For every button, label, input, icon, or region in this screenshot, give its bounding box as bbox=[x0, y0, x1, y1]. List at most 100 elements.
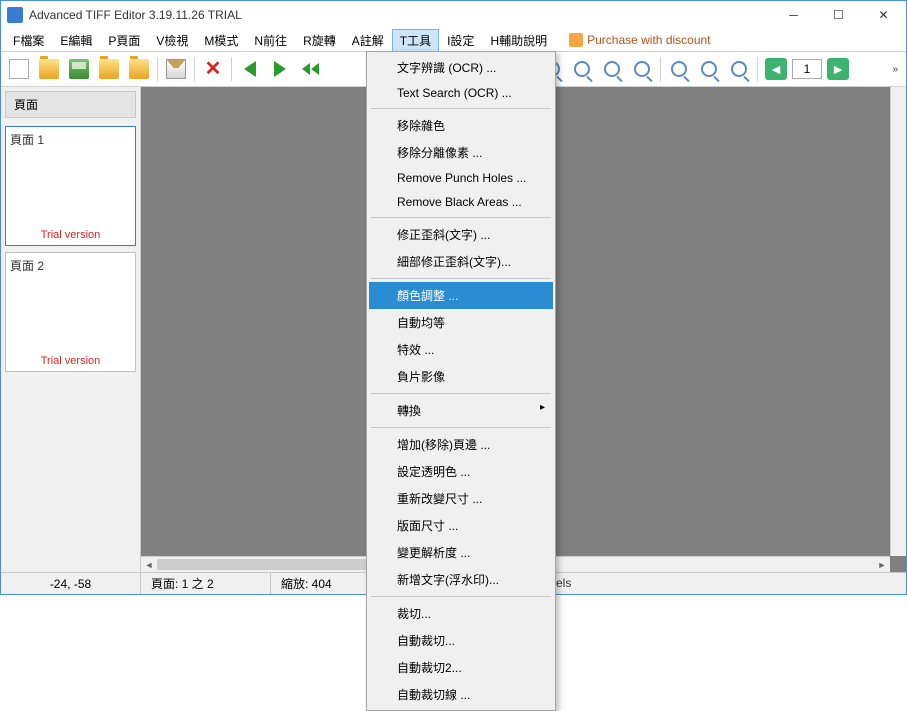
magnify-icon bbox=[731, 61, 747, 77]
menu-item-0[interactable]: 文字辨識 (OCR) ... bbox=[369, 54, 553, 81]
prev-button[interactable] bbox=[236, 55, 264, 83]
menu-7[interactable]: A註解 bbox=[344, 29, 392, 52]
zoom-6-button[interactable] bbox=[695, 55, 723, 83]
nav-next-button[interactable]: ► bbox=[824, 55, 852, 83]
menu-item-19[interactable]: 設定透明色 ... bbox=[369, 458, 553, 485]
menu-6[interactable]: R旋轉 bbox=[295, 29, 344, 52]
thumbnail-1[interactable]: 頁面 2 Trial version bbox=[5, 252, 136, 372]
menu-item-20[interactable]: 重新改變尺寸 ... bbox=[369, 485, 553, 512]
separator bbox=[231, 57, 232, 81]
scrollbar-vertical[interactable] bbox=[890, 87, 906, 556]
menu-item-27[interactable]: 自動裁切2... bbox=[369, 654, 553, 681]
arrow-left-icon bbox=[244, 61, 256, 77]
menu-separator bbox=[371, 427, 551, 428]
first-button[interactable] bbox=[296, 55, 324, 83]
magnify-icon bbox=[604, 61, 620, 77]
menu-item-18[interactable]: 增加(移除)頁邊 ... bbox=[369, 431, 553, 458]
x-icon: ✕ bbox=[205, 59, 222, 79]
menu-separator bbox=[371, 108, 551, 109]
menu-10[interactable]: H輔助說明 bbox=[482, 29, 555, 52]
zoom-4-button[interactable] bbox=[628, 55, 656, 83]
thumb-label: 頁面 2 bbox=[10, 257, 131, 274]
tools-dropdown: 文字辨識 (OCR) ...Text Search (OCR) ... 移除雜色移… bbox=[366, 51, 556, 711]
minimize-button[interactable]: ─ bbox=[771, 1, 816, 29]
toolbar-overflow[interactable]: » bbox=[888, 64, 902, 75]
menu-item-4[interactable]: 移除分離像素 ... bbox=[369, 139, 553, 166]
magnify-icon bbox=[701, 61, 717, 77]
page-input[interactable] bbox=[792, 59, 822, 79]
new-button[interactable] bbox=[5, 55, 33, 83]
separator bbox=[194, 57, 195, 81]
thumb-label: 頁面 1 bbox=[10, 131, 131, 148]
purchase-link[interactable]: Purchase with discount bbox=[561, 30, 718, 50]
separator bbox=[157, 57, 158, 81]
magnify-icon bbox=[574, 61, 590, 77]
titlebar: Advanced TIFF Editor 3.19.11.26 TRIAL ─ … bbox=[1, 1, 906, 29]
menu-item-23[interactable]: 新增文字(浮水印)... bbox=[369, 566, 553, 593]
menu-3[interactable]: V檢視 bbox=[148, 29, 196, 52]
sidebar-header: 頁面 bbox=[5, 91, 136, 118]
trial-label: Trial version bbox=[6, 355, 135, 367]
menu-item-26[interactable]: 自動裁切... bbox=[369, 627, 553, 654]
status-coords: -24, -58 bbox=[1, 573, 141, 594]
menu-separator bbox=[371, 596, 551, 597]
app-icon bbox=[7, 7, 23, 23]
menu-5[interactable]: N前往 bbox=[246, 29, 295, 52]
arrow-right-icon bbox=[274, 61, 286, 77]
magnify-icon bbox=[671, 61, 687, 77]
menu-item-25[interactable]: 裁切... bbox=[369, 600, 553, 627]
zoom-7-button[interactable] bbox=[725, 55, 753, 83]
close-button[interactable]: ✕ bbox=[861, 1, 906, 29]
zoom-5-button[interactable] bbox=[665, 55, 693, 83]
sidebar: 頁面 頁面 1 Trial version 頁面 2 Trial version bbox=[1, 87, 141, 572]
menu-item-9[interactable]: 細部修正歪斜(文字)... bbox=[369, 248, 553, 275]
menu-2[interactable]: P頁面 bbox=[100, 29, 148, 52]
status-pixels-fragment: els bbox=[556, 576, 571, 590]
menu-item-22[interactable]: 變更解析度 ... bbox=[369, 539, 553, 566]
menu-0[interactable]: F檔案 bbox=[5, 29, 52, 52]
scroll-right-button[interactable]: ► bbox=[874, 557, 890, 572]
menu-4[interactable]: M模式 bbox=[196, 29, 246, 52]
separator bbox=[660, 57, 661, 81]
status-page: 頁面: 1 之 2 bbox=[141, 573, 271, 594]
nav-right-icon: ► bbox=[827, 58, 849, 80]
menu-item-13[interactable]: 特效 ... bbox=[369, 336, 553, 363]
menu-item-3[interactable]: 移除雜色 bbox=[369, 112, 553, 139]
window-title: Advanced TIFF Editor 3.19.11.26 TRIAL bbox=[29, 8, 771, 22]
zoom-2-button[interactable] bbox=[568, 55, 596, 83]
next-button[interactable] bbox=[266, 55, 294, 83]
menu-item-5[interactable]: Remove Punch Holes ... bbox=[369, 166, 553, 190]
menu-item-16[interactable]: 轉換 bbox=[369, 397, 553, 424]
export-button[interactable] bbox=[125, 55, 153, 83]
scroll-left-button[interactable]: ◄ bbox=[141, 557, 157, 572]
thumbnail-list: 頁面 1 Trial version 頁面 2 Trial version bbox=[1, 122, 140, 572]
menu-item-14[interactable]: 負片影像 bbox=[369, 363, 553, 390]
nav-prev-button[interactable]: ◄ bbox=[762, 55, 790, 83]
thumbnail-0[interactable]: 頁面 1 Trial version bbox=[5, 126, 136, 246]
menu-item-21[interactable]: 版面尺寸 ... bbox=[369, 512, 553, 539]
separator bbox=[757, 57, 758, 81]
save-button[interactable] bbox=[65, 55, 93, 83]
menu-item-12[interactable]: 自動均等 bbox=[369, 309, 553, 336]
folder-open-button[interactable] bbox=[95, 55, 123, 83]
menu-9[interactable]: I設定 bbox=[439, 29, 482, 52]
magnify-icon bbox=[634, 61, 650, 77]
mail-button[interactable] bbox=[162, 55, 190, 83]
menu-1[interactable]: E編輯 bbox=[52, 29, 100, 52]
menu-8[interactable]: T工具 bbox=[392, 29, 439, 52]
delete-button[interactable]: ✕ bbox=[199, 55, 227, 83]
purchase-icon bbox=[569, 33, 583, 47]
menu-item-1[interactable]: Text Search (OCR) ... bbox=[369, 81, 553, 105]
menu-separator bbox=[371, 393, 551, 394]
menu-item-11[interactable]: 顏色調整 ... bbox=[369, 282, 553, 309]
menu-item-28[interactable]: 自動裁切線 ... bbox=[369, 681, 553, 708]
zoom-3-button[interactable] bbox=[598, 55, 626, 83]
maximize-button[interactable]: ☐ bbox=[816, 1, 861, 29]
menubar: F檔案E編輯P頁面V檢視M模式N前往R旋轉A註解T工具I設定H輔助說明 Purch… bbox=[1, 29, 906, 51]
dbl-arrow-left-icon bbox=[302, 63, 319, 75]
menu-item-6[interactable]: Remove Black Areas ... bbox=[369, 190, 553, 214]
menu-separator bbox=[371, 278, 551, 279]
open-button[interactable] bbox=[35, 55, 63, 83]
menu-item-8[interactable]: 修正歪斜(文字) ... bbox=[369, 221, 553, 248]
trial-label: Trial version bbox=[6, 229, 135, 241]
